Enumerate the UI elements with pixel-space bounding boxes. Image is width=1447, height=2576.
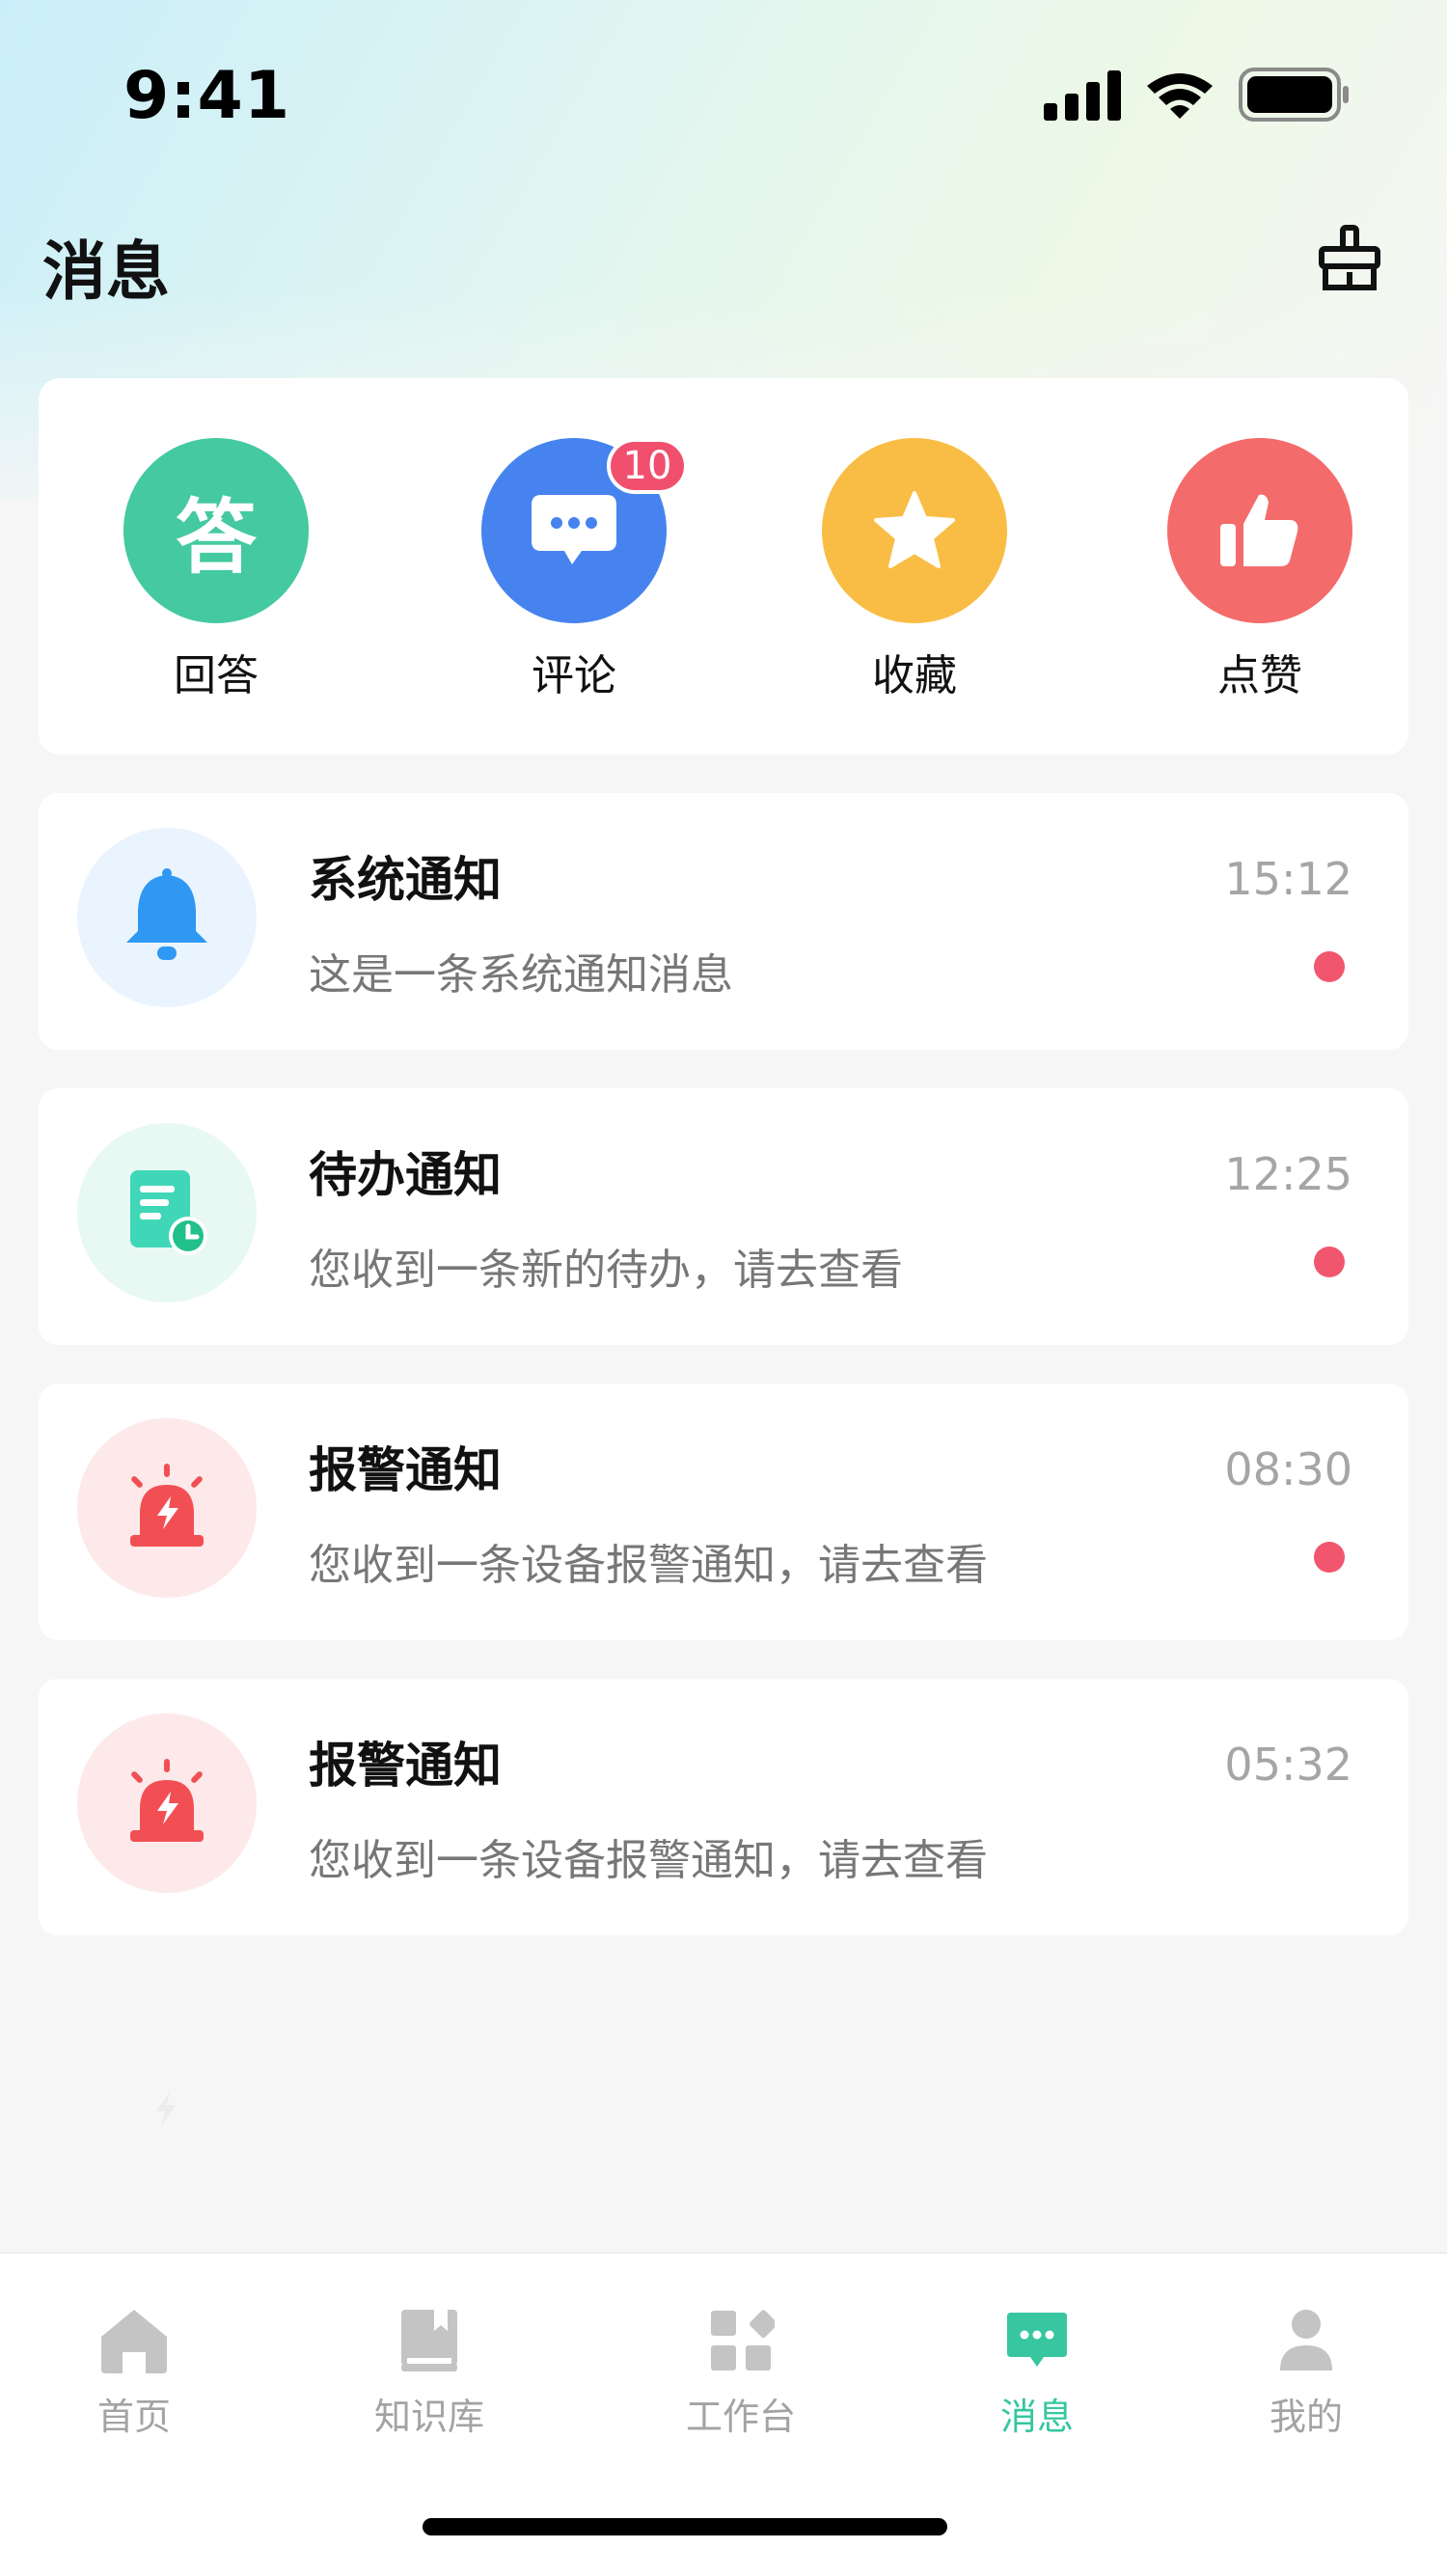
bell-glyph	[126, 868, 207, 960]
star-glyph	[874, 491, 955, 568]
status-bar: 9:41	[0, 0, 1447, 183]
tab-workbench[interactable]: 工作台	[635, 2300, 847, 2440]
broom-clean-icon	[1319, 225, 1380, 290]
quick-action-answer[interactable]: 答 回答	[100, 438, 332, 708]
tab-label: 首页	[96, 2396, 171, 2438]
comment-count-badge: 10	[607, 438, 688, 494]
message-bubble-icon	[997, 2300, 1078, 2381]
answer-icon-glyph: 答	[175, 489, 257, 585]
message-preview: 您收到一条设备报警通知，请去查看	[309, 1541, 988, 1590]
message-title: 系统通知	[309, 852, 502, 908]
answer-icon: 答	[123, 438, 309, 623]
message-item-alarm[interactable]: 报警通知 您收到一条设备报警通知，请去查看 05:32	[39, 1679, 1408, 1935]
workbench-grid-icon	[700, 2300, 781, 2381]
bell-icon	[77, 828, 257, 1007]
quick-action-favorite[interactable]: 收藏	[799, 438, 1030, 708]
thumbs-up-glyph	[1220, 494, 1298, 566]
alarm-siren-icon	[77, 1418, 257, 1598]
tab-label: 知识库	[373, 2396, 484, 2438]
tab-messages[interactable]: 消息	[931, 2300, 1143, 2440]
quick-action-label: 收藏	[872, 651, 957, 700]
message-title: 报警通知	[309, 1738, 502, 1794]
tab-label: 工作台	[685, 2396, 796, 2438]
alarm-siren-glyph	[130, 1464, 204, 1547]
wifi-icon	[1147, 73, 1213, 119]
quick-actions-card: 答 回答 10 评论 收藏 点赞	[39, 378, 1408, 754]
unread-dot	[1314, 1542, 1345, 1573]
page-title: 消息	[42, 234, 170, 309]
star-icon	[822, 438, 1007, 623]
comment-bubble-glyph	[532, 495, 616, 564]
message-preview: 您收到一条设备报警通知，请去查看	[309, 1836, 988, 1885]
quick-action-comment[interactable]: 10 评论	[458, 438, 690, 708]
book-icon	[389, 2300, 470, 2381]
message-item-todo[interactable]: 待办通知 您收到一条新的待办，请去查看 12:25	[39, 1088, 1408, 1345]
todo-document-glyph	[130, 1170, 207, 1255]
alarm-siren-icon	[77, 1713, 257, 1893]
message-time: 15:12	[1224, 853, 1352, 905]
todo-document-icon	[77, 1123, 257, 1302]
status-time: 9:41	[123, 58, 291, 134]
message-time: 05:32	[1224, 1739, 1352, 1791]
status-icons	[1044, 68, 1351, 122]
quick-action-label: 回答	[174, 651, 259, 700]
quick-action-label: 点赞	[1217, 651, 1302, 700]
message-item-alarm[interactable]: 报警通知 您收到一条设备报警通知，请去查看 08:30	[39, 1384, 1408, 1640]
message-time: 12:25	[1224, 1148, 1352, 1200]
comment-bubble-icon: 10	[481, 438, 688, 623]
message-item-system[interactable]: 系统通知 这是一条系统通知消息 15:12	[39, 793, 1408, 1050]
thumbs-up-icon	[1167, 438, 1352, 623]
unread-dot	[1314, 951, 1345, 982]
message-title: 待办通知	[309, 1147, 502, 1203]
message-preview: 这是一条系统通知消息	[309, 950, 733, 1000]
tab-knowledge-base[interactable]: 知识库	[323, 2300, 535, 2440]
alarm-siren-glyph	[130, 1759, 204, 1842]
clear-messages-button[interactable]	[1316, 224, 1383, 293]
tab-label: 消息	[999, 2396, 1074, 2438]
home-indicator[interactable]	[423, 2518, 947, 2535]
quick-action-label: 评论	[532, 651, 616, 700]
message-preview: 您收到一条新的待办，请去查看	[309, 1246, 903, 1295]
lightning-icon	[156, 2092, 176, 2126]
tab-profile[interactable]: 我的	[1200, 2300, 1412, 2440]
quick-action-like[interactable]: 点赞	[1144, 438, 1376, 708]
tab-label: 我的	[1269, 2396, 1343, 2438]
home-icon	[94, 2300, 175, 2381]
message-title: 报警通知	[309, 1442, 502, 1498]
battery-icon	[1239, 68, 1349, 122]
tab-home[interactable]: 首页	[28, 2300, 240, 2440]
message-time: 08:30	[1224, 1443, 1352, 1495]
unread-dot	[1314, 1247, 1345, 1277]
cellular-signal-icon	[1044, 70, 1121, 121]
user-icon	[1266, 2300, 1347, 2381]
